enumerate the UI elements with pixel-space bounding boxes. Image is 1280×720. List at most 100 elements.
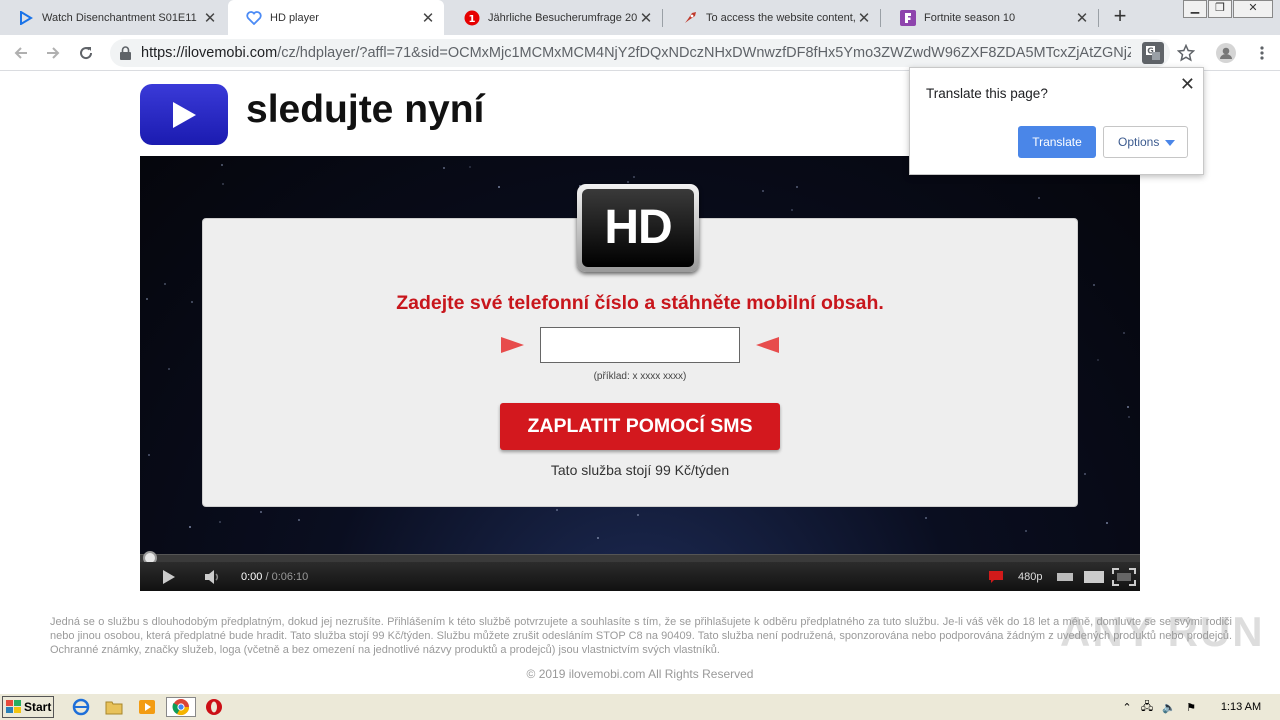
play-triangle-icon [18, 10, 34, 26]
youtube-style-logo [140, 84, 228, 145]
play-icon [173, 101, 196, 128]
tab-separator [880, 9, 881, 27]
tab-hd-player[interactable]: HD player ✕ [228, 0, 444, 35]
file-explorer-icon[interactable] [103, 697, 125, 717]
forward-button[interactable] [41, 41, 65, 65]
star [1084, 473, 1086, 475]
avatar-icon [1216, 43, 1236, 63]
back-button[interactable] [9, 41, 33, 65]
close-tab-icon[interactable]: ✕ [638, 9, 654, 27]
minimize-button[interactable]: ▁ [1183, 0, 1207, 18]
hd-logo-text: HD [582, 189, 694, 267]
page-title: sledujte nyní [246, 88, 485, 131]
star [1038, 197, 1040, 199]
browser-tab-bar: Watch Disenchantment S01E11 ✕ HD player … [0, 0, 1280, 35]
star [260, 511, 262, 513]
translate-question: Translate this page? [926, 86, 1048, 101]
start-button[interactable]: Start [2, 696, 54, 718]
small-player-icon [1057, 572, 1073, 581]
time-total: 0:06:10 [271, 570, 309, 583]
menu-button[interactable] [1250, 41, 1274, 65]
volume-icon[interactable]: 🔈 [1158, 701, 1180, 714]
time-current: 0:00 [241, 570, 263, 583]
fortnite-icon [900, 9, 916, 26]
address-bar[interactable]: https://ilovemobi.com/cz/hdplayer/?affl=… [110, 39, 1170, 67]
star [597, 537, 599, 539]
profile-button[interactable] [1214, 41, 1238, 65]
options-button[interactable]: Options [1103, 126, 1188, 158]
fullscreen-icon [1112, 567, 1136, 586]
star [627, 181, 629, 183]
play-icon [163, 569, 175, 584]
star [796, 186, 798, 188]
close-icon[interactable]: ✕ [1180, 74, 1195, 95]
speaker-icon [205, 569, 219, 584]
tab-watch-disenchantment[interactable]: Watch Disenchantment S01E11 ✕ [0, 0, 226, 35]
new-tab-button[interactable]: + [1108, 5, 1132, 29]
internet-explorer-icon[interactable] [70, 697, 92, 717]
close-tab-icon[interactable]: ✕ [856, 9, 872, 27]
star [498, 186, 500, 188]
play-button[interactable] [162, 562, 176, 591]
star [168, 368, 170, 370]
options-label: Options [1118, 135, 1160, 149]
tab-separator [1098, 9, 1099, 27]
tab-besucherumfrage[interactable]: 1 Jährliche Besucherumfrage 2019 ✕ [446, 0, 662, 35]
volume-button[interactable] [204, 562, 222, 591]
opera-icon[interactable] [203, 697, 225, 717]
star [219, 521, 221, 523]
tab-access-website[interactable]: To access the website content, ✕ [664, 0, 880, 35]
close-tab-icon[interactable]: ✕ [1074, 9, 1090, 27]
star [222, 183, 224, 185]
translate-icon[interactable]: G [1142, 42, 1164, 64]
large-player-icon [1084, 570, 1104, 583]
arrow-left-red-icon [756, 337, 779, 353]
speech-bubble-icon [989, 570, 1003, 583]
captions-button[interactable] [988, 562, 1004, 591]
star [469, 166, 471, 168]
star [1025, 530, 1027, 532]
star [1097, 359, 1099, 361]
translate-button[interactable]: Translate [1018, 126, 1096, 158]
svg-text:1: 1 [469, 14, 476, 25]
tab-fortnite[interactable]: Fortnite season 10 ✕ [882, 0, 1098, 35]
tab-title: Watch Disenchantment S01E11 [42, 11, 197, 24]
star [925, 517, 927, 519]
network-icon[interactable]: 🖧 [1136, 698, 1158, 717]
windows-logo-icon [6, 700, 21, 713]
price-text: Tato služba stojí 99 Kč/týden [550, 462, 730, 478]
url-path: /cz/hdplayer/?affl=71&sid=OCMxMjc1MCMxMC… [277, 45, 1131, 61]
hd-logo: HD [577, 184, 699, 272]
close-window-button[interactable]: ✕ [1233, 0, 1273, 18]
close-tab-icon[interactable]: ✕ [420, 9, 436, 27]
reload-button[interactable] [74, 41, 98, 65]
tab-title: Jährliche Besucherumfrage 2019 [488, 11, 638, 24]
tab-separator [662, 9, 663, 27]
star-icon [1177, 44, 1195, 62]
star [164, 283, 166, 285]
bookmark-star-button[interactable] [1174, 41, 1198, 65]
system-tray: ⌃ 🖧 🔈 ⚑ 1:13 AM [1118, 694, 1280, 720]
rocket-icon [682, 10, 698, 26]
flag-icon[interactable]: ⚑ [1180, 701, 1202, 714]
fullscreen-button[interactable] [1112, 562, 1136, 591]
kebab-menu-icon [1260, 46, 1264, 60]
phone-number-input[interactable] [540, 327, 740, 363]
media-player-icon[interactable] [136, 697, 158, 717]
chrome-taskbar-button[interactable] [166, 697, 196, 717]
restore-button[interactable]: ❐ [1208, 0, 1232, 18]
large-player-button[interactable] [1083, 562, 1105, 591]
start-label: Start [24, 700, 52, 714]
phone-example-hint: (příklad: x xxxx xxxx) [593, 371, 687, 382]
quality-button[interactable]: 480p [1018, 562, 1042, 591]
close-tab-icon[interactable]: ✕ [202, 9, 218, 27]
pay-by-sms-button[interactable]: ZAPLATIT POMOCÍ SMS [500, 403, 780, 450]
star [791, 209, 793, 211]
small-player-button[interactable] [1056, 562, 1074, 591]
star [1128, 416, 1130, 418]
chevron-up-icon[interactable]: ⌃ [1118, 701, 1136, 714]
lock-icon [120, 46, 131, 65]
clock[interactable]: 1:13 AM [1202, 701, 1280, 713]
translate-popup: Translate this page? ✕ Translate Options [909, 67, 1204, 175]
progress-bar[interactable] [140, 551, 1140, 565]
